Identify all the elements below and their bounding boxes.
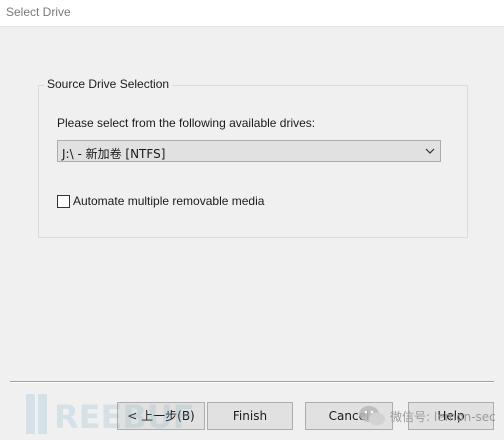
wechat-icon — [359, 406, 385, 426]
svg-text:REEBUF: REEBUF — [54, 398, 195, 436]
wechat-watermark-text: 微信号: lemon-sec — [390, 410, 496, 424]
drive-prompt-label: Please select from the following availab… — [57, 116, 316, 130]
automate-media-label[interactable]: Automate multiple removable media — [73, 194, 264, 208]
freebuf-watermark-logo: REEBUF — [26, 394, 195, 436]
automate-media-checkbox[interactable] — [57, 195, 70, 208]
select-drive-dialog: Select Drive Source Drive Selection Plea… — [0, 0, 504, 440]
chevron-down-icon — [425, 148, 435, 154]
window-title: Select Drive — [6, 5, 71, 19]
drive-select[interactable]: J:\ - 新加卷 [NTFS] — [57, 140, 441, 162]
footer-separator — [10, 381, 494, 383]
finish-button[interactable]: Finish — [207, 402, 293, 430]
groupbox-label: Source Drive Selection — [44, 77, 173, 91]
drive-select-value: J:\ - 新加卷 [NTFS] — [62, 147, 166, 161]
title-bar: Select Drive — [0, 0, 504, 27]
